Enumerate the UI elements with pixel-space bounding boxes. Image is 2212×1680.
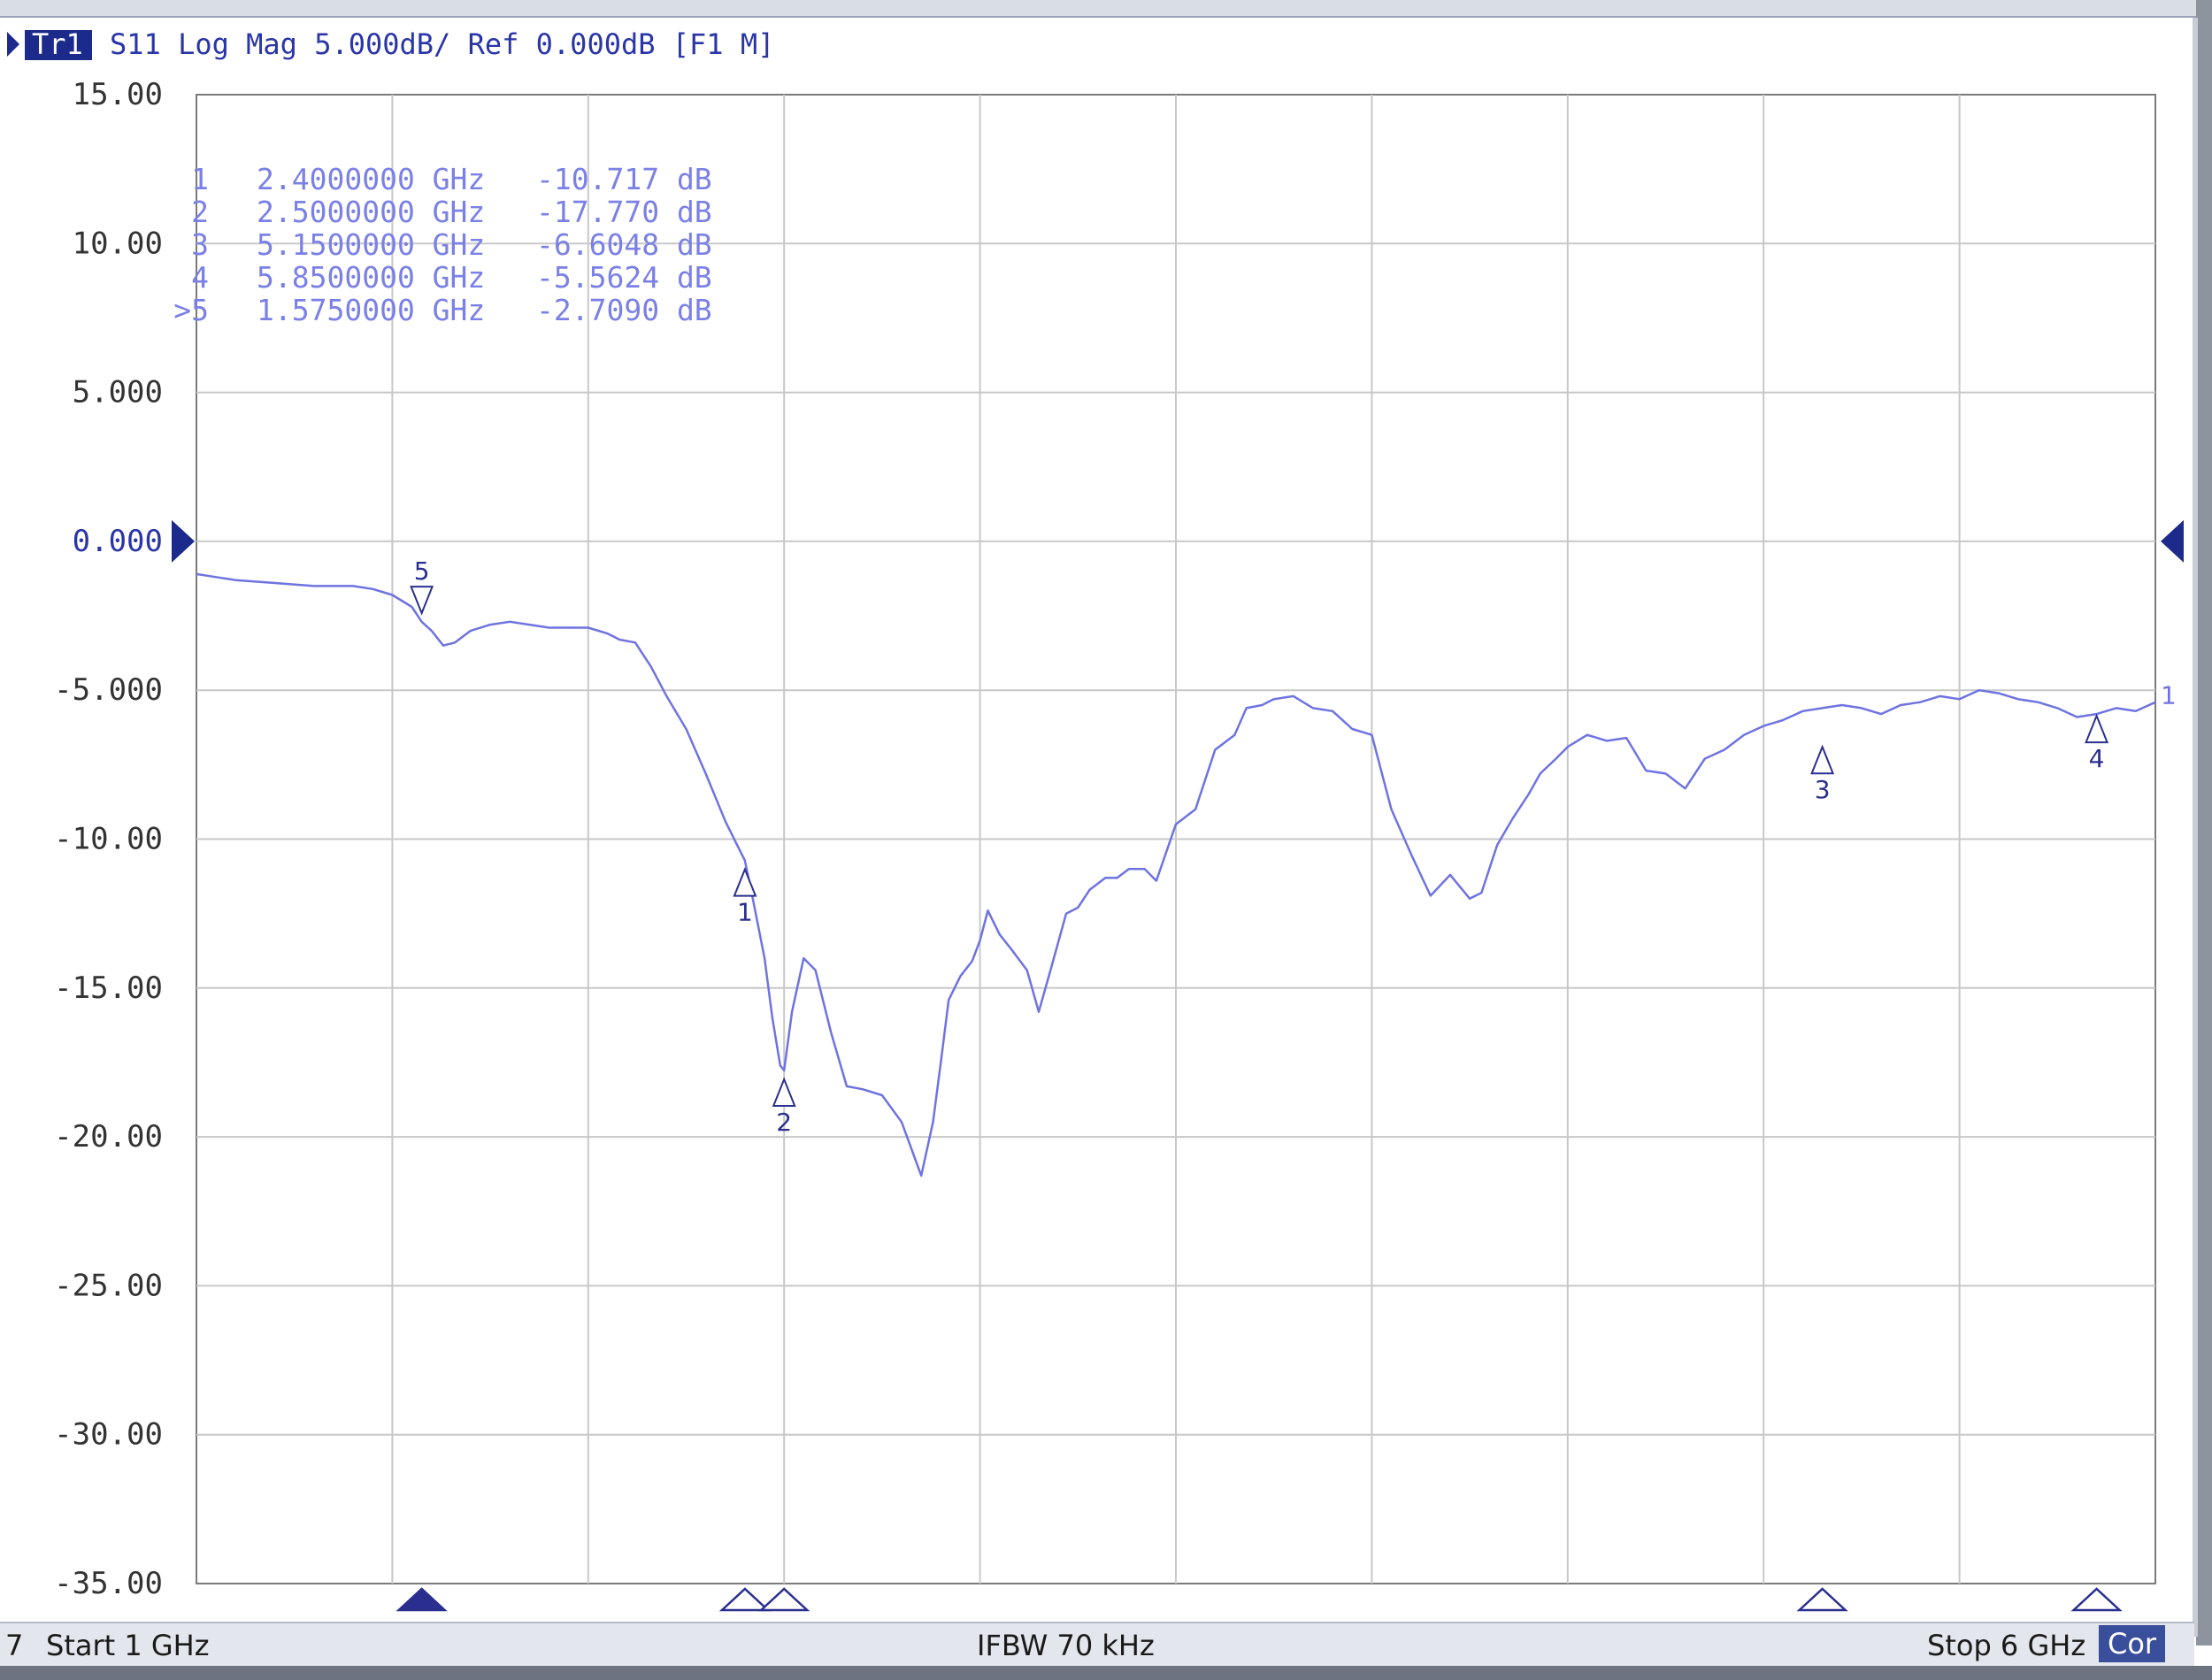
marker-1-number: 1 bbox=[737, 898, 753, 927]
y-tick-label: -15.00 bbox=[54, 970, 163, 1006]
trace-end-label: 1 bbox=[2161, 681, 2177, 710]
bottom-marker-3-icon[interactable] bbox=[1796, 1587, 1848, 1612]
y-tick-label: -5.000 bbox=[54, 672, 163, 708]
marker-readout-id: >5 bbox=[173, 293, 209, 327]
chart-grid bbox=[196, 94, 2156, 1584]
marker-readout-row: 4 5.8500000 GHz -5.5624 dB bbox=[191, 260, 712, 295]
y-axis-labels: 15.00 10.00 5.000 0.000 -5.000 -10.00 -15.00 -2… bbox=[54, 77, 163, 1601]
bottom-marker-2-icon[interactable] bbox=[758, 1587, 810, 1612]
marker-readout-row: 2 2.5000000 GHz -17.770 dB bbox=[191, 195, 712, 229]
bottom-marker-4-icon[interactable] bbox=[2070, 1587, 2123, 1612]
marker-readout-frequency: 2.5000000 GHz bbox=[257, 195, 485, 229]
bottom-marker-1-icon[interactable] bbox=[718, 1587, 772, 1612]
trace-id-label: Tr1 bbox=[32, 27, 83, 61]
marker-readout-value: -17.770 dB bbox=[536, 195, 712, 229]
trace-ref-label: Ref bbox=[468, 27, 519, 61]
marker-readout-id: 3 bbox=[191, 227, 209, 262]
bottom-marker-5-icon[interactable] bbox=[396, 1587, 448, 1612]
marker-readout-row: 1 2.4000000 GHz -10.717 dB bbox=[191, 162, 712, 196]
marker-readout-value: -5.5624 dB bbox=[536, 260, 712, 295]
bottom-marker-indicators bbox=[396, 1587, 2123, 1612]
channel-number[interactable]: 7 bbox=[5, 1629, 23, 1662]
trace-display: Tr1 S11 Log Mag 5.000dB/ Ref 0.000dB [F1… bbox=[7, 27, 2184, 1612]
trace-selector-arrow-icon[interactable] bbox=[7, 32, 19, 57]
trace-format: Log Mag bbox=[178, 27, 297, 61]
stop-frequency[interactable]: Stop 6 GHz bbox=[1927, 1629, 2085, 1662]
status-bar: 7 Start 1 GHz IFBW 70 kHz Stop 6 GHz Cor bbox=[0, 1622, 2194, 1666]
y-tick-label: 15.00 bbox=[73, 77, 163, 112]
vna-window: Tr1 S11 Log Mag 5.000dB/ Ref 0.000dB [F1… bbox=[0, 0, 2212, 1680]
reference-level-right-arrow-icon[interactable] bbox=[2161, 519, 2184, 563]
marker-readout-id: 2 bbox=[191, 195, 209, 229]
start-frequency[interactable]: Start 1 GHz bbox=[46, 1629, 210, 1662]
marker-readout-frequency: 5.1500000 GHz bbox=[257, 227, 485, 262]
trace-ref-value: 0.000dB bbox=[536, 27, 656, 61]
reference-level-left-arrow-icon[interactable] bbox=[172, 519, 195, 563]
y-tick-label: -30.00 bbox=[54, 1417, 163, 1453]
y-tick-label: 10.00 bbox=[73, 226, 163, 261]
marker-readout-frequency: 2.4000000 GHz bbox=[257, 162, 485, 196]
y-tick-label: -20.00 bbox=[54, 1119, 163, 1155]
marker-readout-value: -6.6048 dB bbox=[536, 227, 712, 262]
marker-readout-frequency: 1.5750000 GHz bbox=[257, 293, 485, 327]
trace-scale: 5.000dB/ bbox=[314, 27, 450, 61]
trace-header: Tr1 S11 Log Mag 5.000dB/ Ref 0.000dB [F1… bbox=[7, 27, 774, 61]
marker-readout-value: -10.717 dB bbox=[536, 162, 712, 196]
y-tick-label: 5.000 bbox=[73, 375, 163, 410]
marker-2-number: 2 bbox=[776, 1108, 792, 1137]
bottom-edge-strip bbox=[0, 1666, 2212, 1680]
marker-3-number: 3 bbox=[1815, 775, 1831, 804]
marker-readout-value: -2.7090 dB bbox=[536, 293, 712, 327]
marker-readout-id: 4 bbox=[191, 260, 209, 295]
y-tick-label: -10.00 bbox=[54, 822, 163, 857]
marker-readout-frequency: 5.8500000 GHz bbox=[257, 260, 485, 295]
y-tick-label: 0.000 bbox=[73, 524, 163, 559]
marker-readout-row: 3 5.1500000 GHz -6.6048 dB bbox=[191, 227, 712, 262]
trace-header-text: S11 Log Mag 5.000dB/ Ref 0.000dB [F1 M] bbox=[110, 27, 774, 61]
correction-badge[interactable]: Cor bbox=[2099, 1625, 2166, 1662]
trace-parameter: S11 bbox=[110, 27, 161, 61]
y-tick-label: -35.00 bbox=[54, 1566, 163, 1601]
marker-readout-id: 1 bbox=[191, 162, 209, 196]
marker-5-number: 5 bbox=[414, 556, 430, 586]
trace-flags: [F1 M] bbox=[672, 27, 775, 61]
y-tick-label: -25.00 bbox=[54, 1268, 163, 1303]
ifbw-setting[interactable]: IFBW 70 kHz bbox=[977, 1629, 1155, 1662]
marker-4-number: 4 bbox=[2089, 744, 2105, 773]
